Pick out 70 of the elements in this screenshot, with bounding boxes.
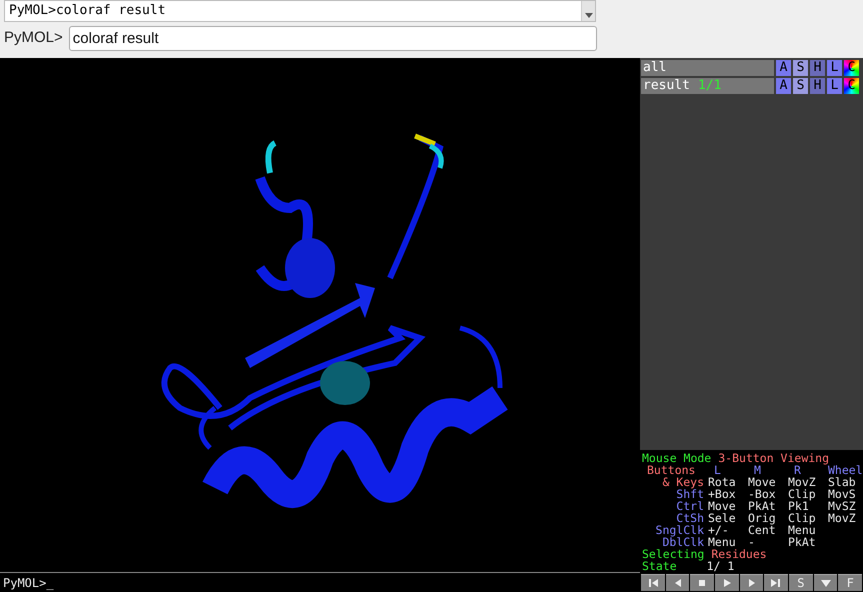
mouse-action: -Box xyxy=(748,488,776,500)
state-value: 1/ 1 xyxy=(706,560,734,572)
mouse-action: Sele xyxy=(708,512,736,524)
mouse-row-label: DblClk xyxy=(662,536,705,548)
playback-button[interactable] xyxy=(690,574,714,591)
mouse-action: MovZ xyxy=(828,512,856,524)
log-line: PyMOL>coloraf result xyxy=(9,2,167,20)
playback-button[interactable]: F xyxy=(838,574,862,591)
object-action-button[interactable]: C xyxy=(844,78,859,94)
object-action-button[interactable]: L xyxy=(827,78,842,94)
mouse-header: Wheel xyxy=(828,464,863,476)
object-name-bar[interactable]: result 1/1 xyxy=(641,78,774,94)
object-action-button[interactable]: S xyxy=(793,78,808,94)
mouse-row-label: SnglClk xyxy=(656,524,705,536)
object-action-button[interactable]: A xyxy=(776,78,791,94)
mouse-header: Buttons xyxy=(646,464,696,476)
console-prompt[interactable]: PyMOL>_ xyxy=(3,574,54,592)
object-action-button[interactable]: A xyxy=(776,60,791,76)
skip-icon xyxy=(646,577,659,589)
mouse-action: PkAt xyxy=(748,500,776,512)
scrollbar[interactable] xyxy=(581,1,595,21)
object-action-button[interactable]: S xyxy=(793,60,808,76)
mouse-action: Rota xyxy=(708,476,736,488)
mouse-action: MovS xyxy=(828,488,856,500)
state-label: State xyxy=(642,560,677,572)
caret-icon xyxy=(584,13,592,18)
mouse-action: Move xyxy=(748,476,776,488)
object-state: 1/1 xyxy=(698,78,722,94)
playback-button[interactable] xyxy=(814,574,838,591)
mouse-action: +/- xyxy=(708,524,729,536)
mouse-mode-value: 3-Button Viewing xyxy=(718,452,830,464)
mouse-mode-label: Mouse Mode xyxy=(642,452,712,464)
selecting-value: Residues xyxy=(711,548,767,560)
skip-icon xyxy=(770,577,782,589)
mouse-row-label: CtSh xyxy=(676,512,705,524)
object-name-bar[interactable]: all xyxy=(641,60,774,76)
playback-button[interactable] xyxy=(764,574,788,591)
mouse-action: PkAt xyxy=(788,536,816,548)
triangle-down-icon xyxy=(820,577,832,589)
mouse-action: Slab xyxy=(828,476,856,488)
mouse-action: - xyxy=(748,536,755,548)
mouse-action: Clip xyxy=(788,488,816,500)
object-action-button[interactable]: H xyxy=(810,78,825,94)
mouse-action: Orig xyxy=(748,512,776,524)
command-input[interactable]: coloraf result xyxy=(68,26,597,51)
playback-button[interactable] xyxy=(666,574,690,591)
mouse-header: R xyxy=(794,464,801,476)
mouse-action: Menu xyxy=(788,524,816,536)
mouse-action: +Box xyxy=(708,488,736,500)
mouse-action: Cent xyxy=(748,524,776,536)
mouse-action: MvSZ xyxy=(828,500,856,512)
mouse-action: Clip xyxy=(788,512,816,524)
mouse-row-label: Ctrl xyxy=(676,500,705,512)
mouse-header: M xyxy=(753,464,762,476)
mouse-header: L xyxy=(713,464,722,476)
mouse-action: Menu xyxy=(708,536,736,548)
mouse-row-label: Shft xyxy=(676,488,705,500)
object-action-button[interactable]: L xyxy=(827,60,842,76)
object-action-button[interactable]: H xyxy=(810,60,825,76)
mouse-row-label: & Keys xyxy=(662,476,705,488)
prompt-label: PyMOL> xyxy=(4,28,63,48)
object-name: all xyxy=(643,60,666,76)
selecting-label: Selecting xyxy=(642,548,704,560)
object-name: result xyxy=(643,78,690,94)
playback-button[interactable]: S xyxy=(789,574,813,591)
mouse-action: Pk1 xyxy=(788,500,809,512)
playback-button[interactable] xyxy=(740,574,764,591)
mouse-action: MovZ xyxy=(788,476,816,488)
mouse-action: Move xyxy=(708,500,736,512)
object-action-button[interactable]: C xyxy=(844,60,859,76)
